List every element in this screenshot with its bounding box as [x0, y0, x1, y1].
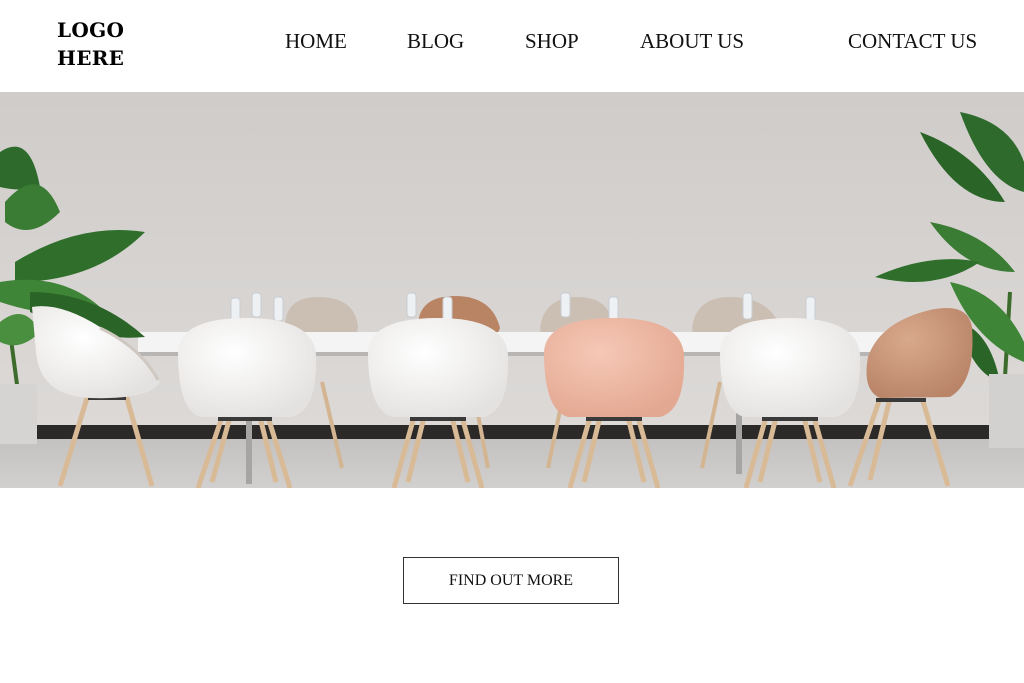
nav-shop[interactable]: SHOP	[525, 28, 579, 54]
hero-illustration	[0, 92, 1024, 488]
site-header: LOGO HERE HOME BLOG SHOP ABOUT US CONTAC…	[0, 0, 1024, 92]
logo[interactable]: LOGO HERE	[57, 16, 137, 72]
logo-line-1: LOGO	[57, 18, 125, 42]
hero-image	[0, 92, 1024, 488]
logo-line-2: HERE	[57, 46, 125, 70]
nav-home[interactable]: HOME	[285, 28, 347, 54]
nav-contact-us[interactable]: CONTACT US	[848, 28, 977, 54]
nav-blog[interactable]: BLOG	[407, 28, 464, 54]
find-out-more-button[interactable]: FIND OUT MORE	[403, 557, 619, 604]
nav-about-us[interactable]: ABOUT US	[640, 28, 744, 54]
